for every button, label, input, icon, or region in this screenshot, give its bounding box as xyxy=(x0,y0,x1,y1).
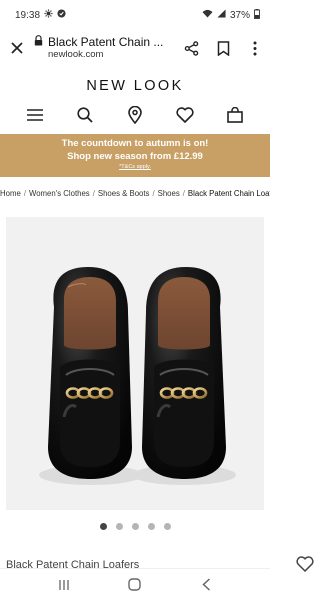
status-right: 37% xyxy=(202,8,260,22)
site-header-icons xyxy=(0,98,270,132)
battery-percent: 37% xyxy=(229,9,250,21)
status-bar: 19:38 37% xyxy=(0,0,270,30)
breadcrumb: Home / Women's Clothes / Shoes & Boots / Shoes… xyxy=(0,189,270,199)
shopping-bag-icon[interactable] xyxy=(224,104,246,126)
breadcrumb-separator: / xyxy=(23,189,26,198)
carousel-dots xyxy=(0,523,270,530)
menu-icon[interactable] xyxy=(24,104,46,126)
recent-apps-icon[interactable] xyxy=(54,575,74,595)
breadcrumb-separator: / xyxy=(92,189,95,198)
close-icon[interactable] xyxy=(8,39,26,57)
carousel-dot[interactable] xyxy=(99,523,107,530)
breadcrumb-current: Black Patent Chain Loafers xyxy=(187,189,270,198)
breadcrumb-separator: / xyxy=(182,189,185,198)
left-loafer xyxy=(48,267,132,479)
page-title: Black Patent Chain ... xyxy=(48,35,164,49)
promo-line-2: Shop new season from £12.99 xyxy=(67,151,203,162)
loafers-image xyxy=(6,217,264,510)
promo-line-1: The countdown to autumn is on! xyxy=(61,138,209,149)
browser-actions xyxy=(182,39,264,57)
carousel-dot[interactable] xyxy=(131,523,139,530)
carousel-dot[interactable] xyxy=(147,523,155,530)
home-icon[interactable] xyxy=(125,575,145,595)
more-options-icon[interactable] xyxy=(246,39,264,57)
status-time: 19:38 xyxy=(15,9,41,21)
search-icon[interactable] xyxy=(74,104,96,126)
right-loafer xyxy=(142,267,226,479)
breadcrumb-shoes[interactable]: Shoes xyxy=(158,189,180,198)
carousel-dot[interactable] xyxy=(163,523,171,530)
promo-terms-link[interactable]: *T&Cs apply. xyxy=(0,164,270,170)
android-navigation-bar xyxy=(0,568,270,600)
carousel-dot[interactable] xyxy=(115,523,123,530)
gear-icon xyxy=(44,9,53,21)
site-logo[interactable]: NEW LOOK xyxy=(0,78,270,94)
store-locator-icon[interactable] xyxy=(124,104,146,126)
signal-icon xyxy=(217,9,226,21)
browser-title-area[interactable]: Black Patent Chain ... newlook.com xyxy=(34,35,182,61)
status-left: 19:38 xyxy=(15,9,66,21)
wishlist-heart-icon[interactable] xyxy=(174,104,196,126)
wifi-icon xyxy=(202,9,213,21)
breadcrumb-womens-clothes[interactable]: Women's Clothes xyxy=(29,189,90,198)
share-icon[interactable] xyxy=(182,39,200,57)
breadcrumb-shoes-boots[interactable]: Shoes & Boots xyxy=(98,189,150,198)
bookmark-icon[interactable] xyxy=(214,39,232,57)
page-url: newlook.com xyxy=(48,48,104,60)
breadcrumb-home[interactable]: Home xyxy=(0,189,21,198)
battery-icon xyxy=(254,8,260,22)
wishlist-heart-icon[interactable] xyxy=(296,556,314,575)
product-image[interactable] xyxy=(6,217,264,510)
breadcrumb-separator: / xyxy=(152,189,155,198)
lock-icon xyxy=(34,35,43,50)
notification-badge-icon xyxy=(57,9,66,21)
promo-banner[interactable]: The countdown to autumn is on! Shop new … xyxy=(0,134,270,177)
back-icon[interactable] xyxy=(196,575,216,595)
browser-toolbar: Black Patent Chain ... newlook.com xyxy=(0,30,270,66)
